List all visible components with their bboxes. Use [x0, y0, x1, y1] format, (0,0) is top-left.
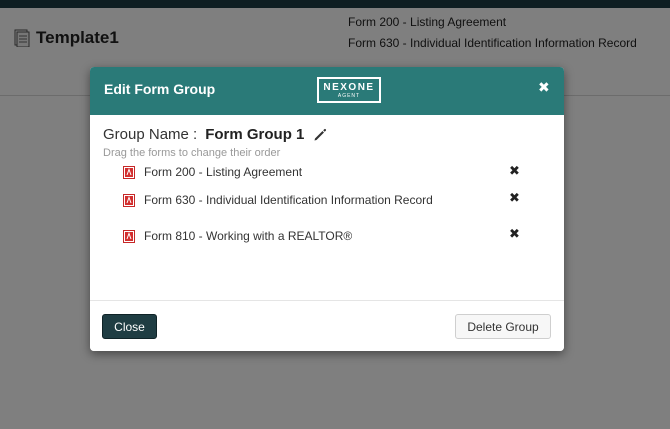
pdf-icon [123, 229, 135, 243]
close-button[interactable]: Close [102, 314, 157, 339]
close-icon[interactable]: ✖ [538, 79, 550, 96]
form-list-item[interactable]: Form 200 - Listing Agreement [123, 165, 302, 179]
form-list-item[interactable]: Form 810 - Working with a REALTOR® [123, 229, 352, 243]
form-item-label: Form 200 - Listing Agreement [144, 165, 303, 179]
form-list-item[interactable]: Form 630 - Individual Identification Inf… [123, 193, 433, 207]
remove-form-icon[interactable]: ✖ [509, 226, 520, 242]
modal-header: Edit Form Group NEXONE AGENT ✖ [90, 67, 564, 115]
logo-brand: NEXONE [323, 81, 375, 93]
pdf-icon [123, 165, 135, 179]
logo-sub: AGENT [337, 92, 361, 99]
form-item-label: Form 810 - Working with a REALTOR® [144, 229, 353, 243]
group-name-label: Group Name : [103, 126, 198, 143]
edit-form-group-modal: Edit Form Group NEXONE AGENT ✖ Group Nam… [90, 67, 564, 351]
nexone-logo: NEXONE AGENT [317, 77, 381, 103]
modal-title: Edit Form Group [104, 81, 216, 97]
group-name-row: Group Name : Form Group 1 [103, 126, 327, 143]
remove-form-icon[interactable]: ✖ [509, 163, 520, 179]
group-name-value: Form Group 1 [205, 126, 305, 143]
pdf-icon [123, 193, 135, 207]
delete-group-button[interactable]: Delete Group [455, 314, 551, 339]
pencil-icon[interactable] [313, 128, 327, 142]
remove-form-icon[interactable]: ✖ [509, 190, 520, 206]
form-item-label: Form 630 - Individual Identification Inf… [144, 193, 433, 207]
drag-hint: Drag the forms to change their order [103, 147, 281, 159]
modal-footer: Close Delete Group [90, 300, 564, 351]
